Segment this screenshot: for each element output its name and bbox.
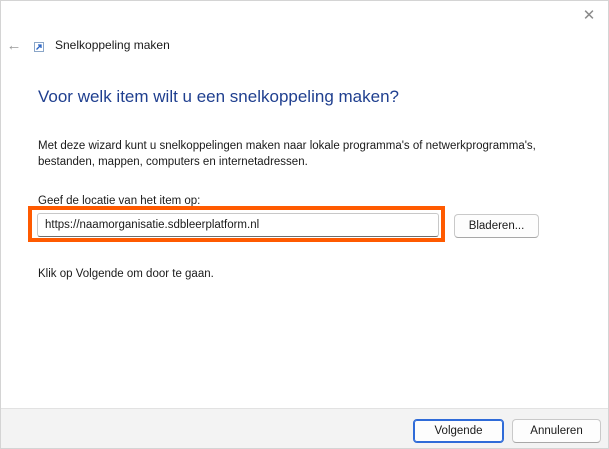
browse-button[interactable]: Bladeren... [454, 214, 539, 238]
close-icon[interactable]: ✕ [578, 5, 600, 27]
shortcut-icon [34, 42, 44, 52]
next-button[interactable]: Volgende [413, 419, 504, 443]
location-input[interactable] [37, 213, 439, 237]
shortcut-wizard-window: ✕ ← Snelkoppeling maken Voor welk item w… [0, 0, 609, 449]
window-title: Snelkoppeling maken [55, 38, 170, 52]
back-arrow-icon[interactable]: ← [5, 35, 23, 57]
wizard-description: Met deze wizard kunt u snelkoppelingen m… [38, 140, 536, 168]
cancel-button[interactable]: Annuleren [512, 419, 601, 443]
page-heading: Voor welk item wilt u een snelkoppeling … [38, 87, 399, 106]
instruction-text: Klik op Volgende om door te gaan. [38, 268, 214, 280]
footer-bar: Volgende Annuleren [1, 408, 608, 448]
